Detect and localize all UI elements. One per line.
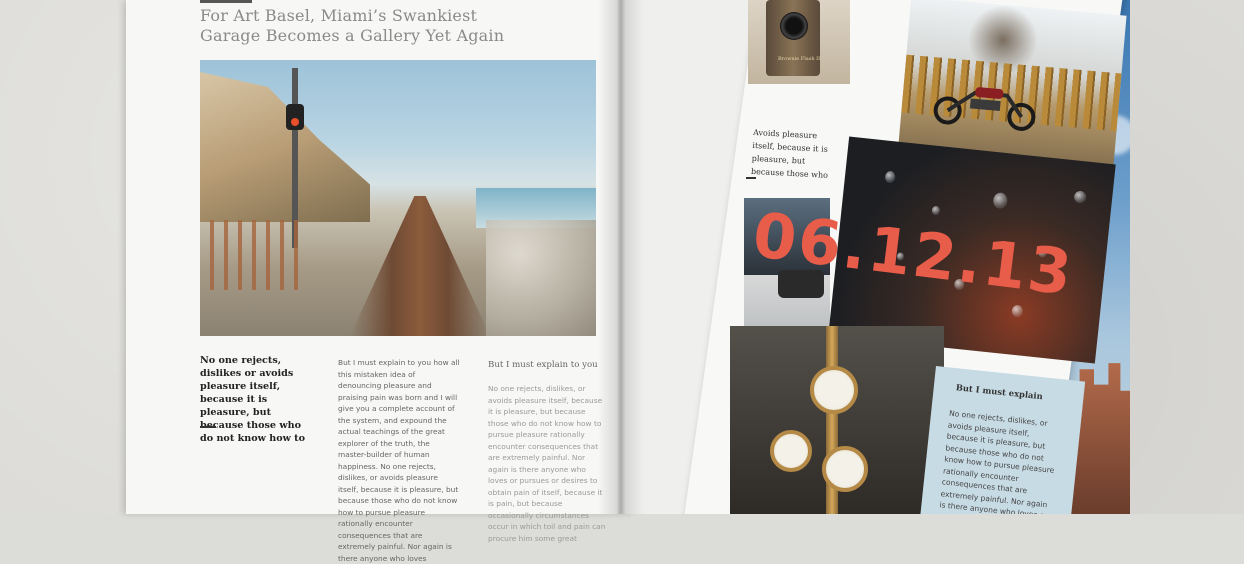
raindrop <box>1073 190 1087 204</box>
lead-paragraph: No one rejects, dislikes or avoids pleas… <box>200 355 306 444</box>
rocks-shape <box>486 220 596 336</box>
railroad-photo <box>200 60 596 336</box>
rail-track-shape <box>350 196 490 336</box>
info-body: No one rejects, dislikes, or avoids plea… <box>938 408 1055 514</box>
left-page: For Art Basel, Miami’s Swankiest Garage … <box>126 0 634 563</box>
gauge-icon <box>822 446 868 492</box>
gauge-icon <box>810 366 858 414</box>
info-heading: But I must explain <box>955 382 1044 402</box>
side-note: Avoids pleasure itself, because it is pl… <box>750 127 829 180</box>
signal-light <box>286 104 304 130</box>
camera-label: Brownie Flash II <box>778 56 821 62</box>
camera-photo: Brownie Flash II <box>748 0 850 84</box>
gauge-icon <box>770 430 812 472</box>
page-headline: For Art Basel, Miami’s Swankiest Garage … <box>200 6 505 45</box>
body-column-a: But I must explain to you how all this m… <box>338 358 460 563</box>
spine-gutter <box>598 0 644 514</box>
cliff-shape <box>200 72 370 222</box>
raindrop <box>884 170 896 184</box>
right-page: Brownie Flash II Avoids pleasure itself,… <box>618 0 1130 514</box>
camera-lens-icon <box>780 12 808 40</box>
motorcycle-icon <box>933 87 1036 131</box>
raindrop <box>931 205 941 216</box>
gauges-photo <box>730 326 944 514</box>
raindrop <box>992 192 1009 210</box>
headline-rule <box>200 0 252 3</box>
raindrop <box>1011 304 1024 318</box>
side-note-rule <box>746 177 756 179</box>
info-box: But I must explain No one rejects, disli… <box>917 366 1086 514</box>
fence-shape <box>210 220 300 290</box>
open-magazine: For Art Basel, Miami’s Swankiest Garage … <box>112 0 1132 563</box>
lead-rule <box>200 426 216 428</box>
body-column-b: No one rejects, dislikes, or avoids plea… <box>488 384 606 543</box>
column-b-heading: But I must explain to you <box>488 360 598 370</box>
